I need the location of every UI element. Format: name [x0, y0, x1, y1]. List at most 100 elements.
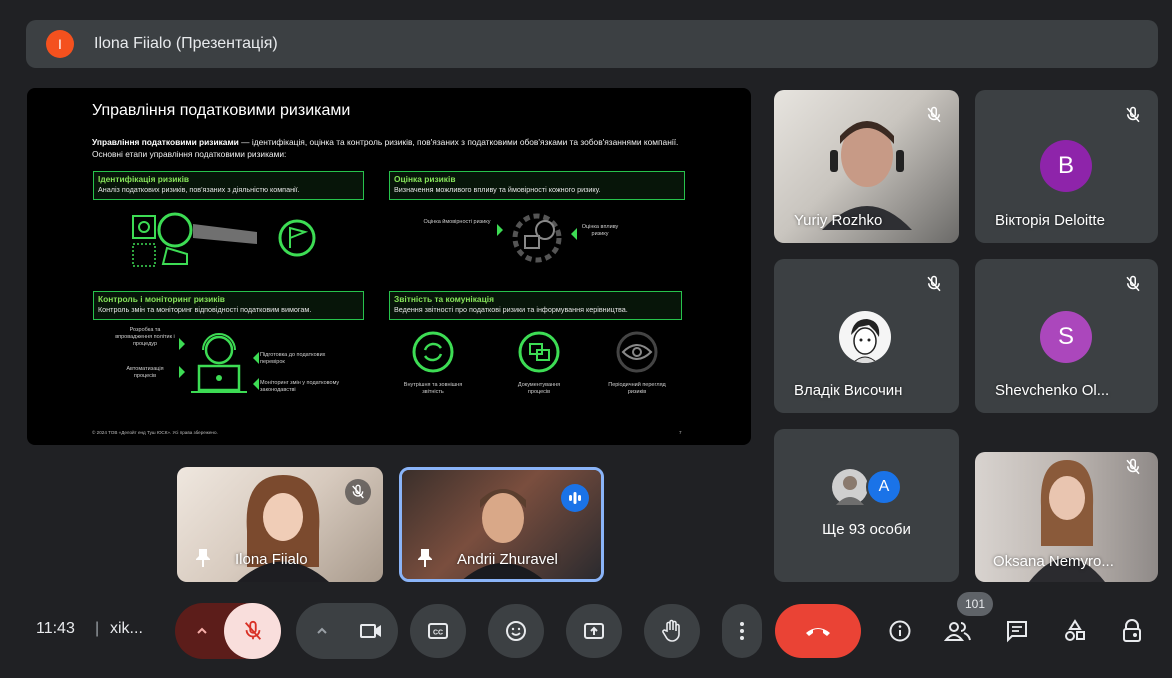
caption-policy: Розробка та впровадження політик і проце… — [115, 327, 175, 347]
slide-title: Управління податковими ризиками — [92, 102, 351, 119]
caption-monitoring: Моніторинг змін у податковому законодавс… — [260, 380, 340, 393]
shapes-icon — [1065, 619, 1085, 641]
sync-doc-icon — [412, 331, 454, 373]
avatar: B — [1040, 140, 1092, 192]
captions-button[interactable]: CC — [410, 604, 466, 658]
hand-icon — [662, 619, 680, 642]
pin-icon[interactable] — [417, 548, 433, 568]
chat-button[interactable] — [1002, 616, 1032, 646]
participants-count-badge: 101 — [957, 592, 993, 616]
mic-off-icon — [921, 271, 947, 297]
gear-gauge-icon — [497, 213, 577, 263]
chevron-up-icon — [197, 627, 207, 634]
slide-intro-bold: Управління податковими ризиками — [92, 137, 239, 147]
participant-name: Ilona Fiialo — [235, 551, 308, 568]
speaking-indicator-icon — [561, 484, 589, 512]
pin-icon[interactable] — [195, 548, 211, 568]
section-title: Ідентифікація ризиків — [98, 174, 190, 184]
caption-review: Періодичний перегляд ризиків — [608, 382, 666, 395]
caption-prep: Підготовка до податкових перевірок — [260, 352, 326, 365]
avatar: S — [1040, 311, 1092, 363]
mic-off-icon — [345, 479, 371, 505]
camera-options-button[interactable] — [300, 603, 344, 659]
presentation-slide[interactable]: Управління податковими ризиками Управлін… — [27, 88, 751, 445]
more-participants-tile[interactable]: A Ще 93 особи — [774, 429, 959, 582]
reactions-button[interactable] — [488, 604, 544, 658]
eye-icon — [616, 331, 658, 373]
caption-documenting: Документування процесів — [517, 382, 561, 395]
participant-name: Вікторія Deloitte — [995, 212, 1105, 229]
participant-name: Oksana Nemyro... — [993, 553, 1114, 570]
avatar: A — [866, 469, 902, 505]
present-screen-icon — [584, 623, 604, 639]
avatar — [839, 311, 891, 363]
section-reporting: Звітність та комунікація Ведення звітнос… — [389, 291, 682, 320]
presenter-title: Ilona Fiialo (Презентація) — [94, 35, 278, 52]
section-assessment: Оцінка ризиків Визначення можливого впли… — [389, 171, 685, 200]
slide-page-number: 7 — [679, 430, 682, 435]
mic-off-icon — [921, 102, 947, 128]
lock-person-icon — [1123, 619, 1141, 642]
people-icon — [944, 622, 971, 641]
support-person-icon — [179, 333, 259, 393]
video-camera-icon — [360, 624, 381, 638]
caption-reporting: Внутрішня та зовнішня звітність — [403, 382, 463, 395]
participant-tile-viktoria[interactable]: B Вікторія Deloitte — [975, 90, 1158, 243]
people-button[interactable] — [943, 616, 973, 646]
chat-doc-icon — [518, 331, 560, 373]
participant-tile-yuriy[interactable]: Yuriy Rozhko — [774, 90, 959, 243]
participant-tile-oksana[interactable]: Oksana Nemyro... — [975, 452, 1158, 582]
section-desc: Аналіз податкових ризиків, пов'язаних з … — [98, 185, 300, 194]
mic-off-icon — [1120, 271, 1146, 297]
mic-toggle-button[interactable] — [224, 603, 281, 659]
meeting-code[interactable]: xik... — [110, 620, 143, 638]
end-call-button[interactable] — [775, 604, 861, 658]
present-screen-button[interactable] — [566, 604, 622, 658]
magnifier-flag-icon — [132, 212, 316, 267]
chevron-up-icon — [317, 627, 327, 634]
participant-tile-ilona[interactable]: Ilona Fiialo — [177, 467, 383, 582]
section-desc: Ведення звітності про податкові ризики т… — [394, 305, 628, 314]
participant-name: Yuriy Rozhko — [794, 212, 883, 229]
participant-tile-vladik[interactable]: Владік Височин — [774, 259, 959, 413]
closed-captions-icon: CC — [428, 623, 448, 639]
section-title: Контроль і моніторинг ризиків — [98, 294, 225, 304]
mic-options-button[interactable] — [175, 603, 229, 659]
section-title: Оцінка ризиків — [394, 174, 456, 184]
activities-button[interactable] — [1060, 616, 1090, 646]
clock: 11:43 — [36, 620, 75, 637]
slide-intro: Управління податковими ризиками — іденти… — [92, 136, 682, 160]
cartoon-avatar-icon — [851, 319, 880, 363]
caption-automation: Автоматизація процесів — [126, 366, 164, 379]
participant-name: Shevchenko Ol... — [995, 382, 1110, 399]
smiley-icon — [506, 621, 526, 641]
section-desc: Контроль змін та моніторинг відповідност… — [98, 305, 312, 314]
participant-name: Владік Височин — [794, 382, 903, 399]
meeting-details-button[interactable] — [885, 616, 915, 646]
mic-off-icon — [1120, 102, 1146, 128]
participant-tile-shevchenko[interactable]: S Shevchenko Ol... — [975, 259, 1158, 413]
raise-hand-button[interactable] — [644, 604, 700, 658]
mic-off-icon — [244, 620, 261, 640]
presenter-avatar: I — [46, 30, 74, 58]
section-identification: Ідентифікація ризиків Аналіз податкових … — [93, 171, 364, 200]
more-participants-label: Ще 93 особи — [822, 521, 911, 538]
host-controls-button[interactable] — [1117, 616, 1147, 646]
more-vert-icon — [740, 622, 744, 640]
caption-impact: Оцінка впливу ризику — [581, 224, 619, 237]
phone-hangup-icon — [806, 628, 830, 636]
chat-icon — [1007, 621, 1027, 643]
separator: | — [95, 620, 100, 637]
svg-text:CC: CC — [433, 630, 443, 637]
mic-off-icon — [1120, 454, 1146, 480]
caption-probability: Оцінка ймовірності ризику — [423, 219, 491, 225]
camera-toggle-button[interactable] — [344, 603, 398, 659]
participant-tile-andrii[interactable]: Andrii Zhuravel — [399, 467, 604, 582]
person-photo-icon — [836, 476, 864, 505]
slide-footer: © 2024 ТОВ «Делойт енд Туш ЮСК». Усі пра… — [92, 430, 218, 435]
section-desc: Визначення можливого впливу та ймовірнос… — [394, 185, 601, 194]
section-control: Контроль і моніторинг ризиків Контроль з… — [93, 291, 364, 320]
info-icon — [889, 620, 911, 642]
more-options-button[interactable] — [722, 604, 762, 658]
section-title: Звітність та комунікація — [394, 294, 494, 304]
